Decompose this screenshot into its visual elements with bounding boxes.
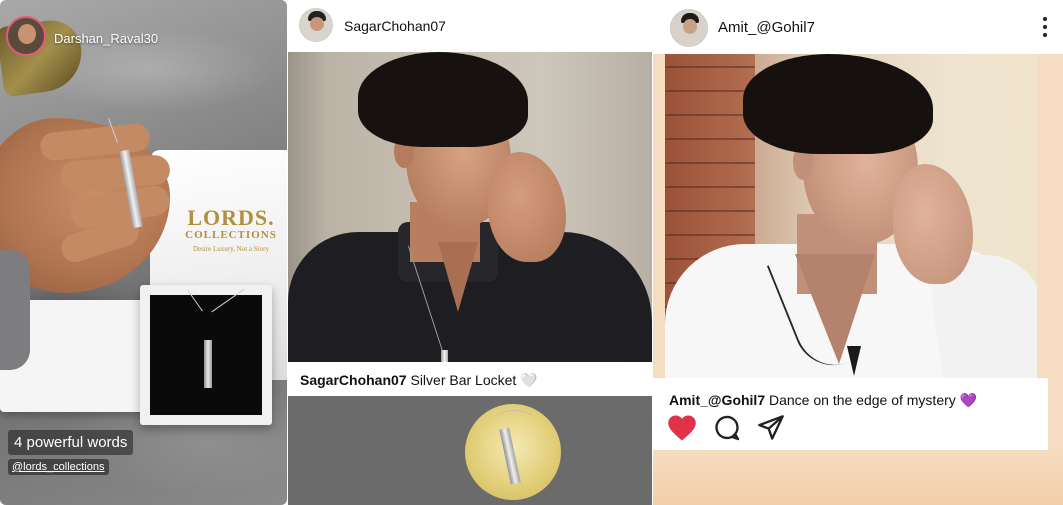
- hair: [743, 54, 933, 154]
- hand: [488, 152, 566, 262]
- sleeve: [0, 250, 30, 370]
- post-avatar[interactable]: [299, 8, 333, 42]
- caption-username[interactable]: SagarChohan07: [300, 372, 407, 388]
- post-header: SagarChohan07: [288, 0, 652, 52]
- story-avatar[interactable]: [6, 16, 46, 56]
- post-caption: Amit_@Gohil7 Dance on the edge of myster…: [669, 392, 977, 409]
- post-panel-1: SagarChohan07 SagarChohan07 Silver Bar L…: [288, 0, 652, 505]
- brand-subname: COLLECTIONS: [185, 229, 277, 241]
- story-caption: 4 powerful words: [8, 430, 134, 455]
- story-mention-tag[interactable]: @lords_collections: [8, 459, 109, 475]
- post-avatar[interactable]: [670, 9, 708, 47]
- action-bar: [667, 414, 797, 444]
- product-closeup-circle: [465, 404, 561, 500]
- more-options-icon[interactable]: [1037, 12, 1053, 42]
- brand-name: LORDS.: [187, 205, 275, 230]
- post-panel-2: Amit_@Gohil7 Amit_@Gohil7 Dance on the e…: [653, 0, 1063, 505]
- hair: [358, 52, 528, 147]
- closeup-chain: [495, 410, 535, 430]
- post-photo[interactable]: [665, 54, 1037, 378]
- story-panel[interactable]: LORDS. COLLECTIONS Desire Luxury, Not a …: [0, 0, 287, 505]
- closeup-pendant: [499, 427, 521, 485]
- post-username[interactable]: Amit_@Gohil7: [718, 19, 815, 36]
- story-username[interactable]: Darshan_Raval30: [54, 31, 158, 46]
- hand: [893, 164, 973, 284]
- box-pendant: [204, 340, 212, 388]
- comment-icon[interactable]: [713, 414, 741, 442]
- bottom-background: [653, 450, 1063, 505]
- caption-username[interactable]: Amit_@Gohil7: [669, 392, 765, 408]
- brand-tagline: Desire Luxury, Not a Story: [193, 245, 269, 253]
- brand-logo: LORDS. COLLECTIONS Desire Luxury, Not a …: [176, 205, 286, 253]
- post-photo[interactable]: [288, 52, 652, 362]
- silver-bar-pendant: [441, 350, 448, 362]
- post-username[interactable]: SagarChohan07: [344, 18, 446, 34]
- post-header: Amit_@Gohil7: [653, 0, 1063, 54]
- post-caption: SagarChohan07 Silver Bar Locket 🤍: [300, 372, 538, 389]
- share-icon[interactable]: [757, 414, 785, 442]
- caption-text: Silver Bar Locket 🤍: [406, 372, 538, 388]
- caption-text: Dance on the edge of mystery 💜: [765, 392, 978, 408]
- like-heart-icon[interactable]: [667, 414, 697, 442]
